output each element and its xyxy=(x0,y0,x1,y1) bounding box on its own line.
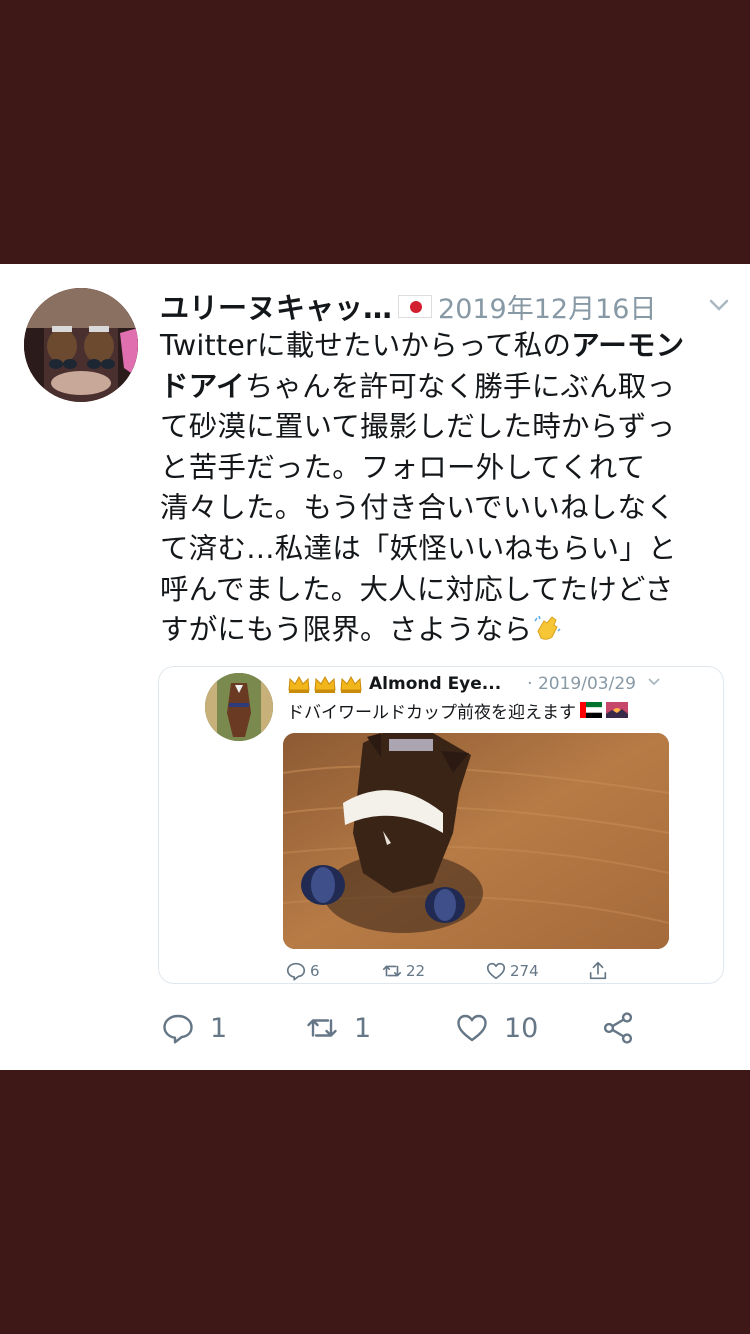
tweet-line: 呼んでました。大人に対応してたけどさ xyxy=(160,572,674,606)
reply-button[interactable]: 1 xyxy=(160,1008,227,1048)
retweet-count: 1 xyxy=(354,1012,372,1044)
quoted-like-count: 274 xyxy=(510,962,539,980)
sunset-icon xyxy=(606,702,628,718)
quoted-text: ドバイワールドカップ前夜を迎えます xyxy=(287,697,707,723)
tweet-line: と苦手だった。フォロー外してくれて xyxy=(160,450,646,484)
highlighted-name: ドアイ xyxy=(160,369,245,403)
highlighted-name: アーモン xyxy=(571,329,685,362)
share-icon xyxy=(603,1012,633,1044)
uae-flag-icon xyxy=(580,702,602,718)
japan-flag-icon xyxy=(398,294,433,318)
tweet-card[interactable]: ユリーヌキャッ… 2019年12月16日 Twitterに載せたいからって私のア… xyxy=(0,264,750,1070)
quoted-retweet-button[interactable]: 22 xyxy=(381,959,425,983)
crown-icon xyxy=(314,675,336,693)
quoted-author-avatar[interactable] xyxy=(205,673,273,741)
quoted-photo[interactable] xyxy=(283,733,669,949)
tweet-date[interactable]: 2019年12月16日 xyxy=(438,287,656,326)
quoted-date[interactable]: · 2019/03/29 xyxy=(527,674,636,694)
tweet-header: ユリーヌキャッ… 2019年12月16日 xyxy=(160,286,730,326)
quoted-retweet-count: 22 xyxy=(406,962,426,980)
clapping-hands-icon xyxy=(534,615,561,640)
quoted-tweet[interactable]: Almond Eye... · 2019/03/29 ドバイワールドカップ前夜を… xyxy=(158,666,724,984)
quoted-share-button[interactable] xyxy=(587,959,612,983)
tweet-body: Twitterに載せたいからって私のアーモン ドアイちゃんを許可なく勝手にぶん取… xyxy=(160,326,730,651)
tweet-line: て砂漠に置いて撮影しだした時からずっ xyxy=(160,410,676,444)
crown-icons xyxy=(287,674,365,694)
share-icon xyxy=(589,961,607,980)
avatar-photo xyxy=(24,288,138,402)
chevron-down-icon[interactable] xyxy=(708,294,730,316)
tweet-line: Twitterに載せたいからって私のアーモン xyxy=(160,329,685,362)
quoted-like-button[interactable]: 274 xyxy=(485,959,539,983)
horse-photo xyxy=(205,673,273,741)
crown-icon xyxy=(288,675,310,693)
plush-horse-desert-photo xyxy=(283,733,669,949)
quoted-author-name[interactable]: Almond Eye... xyxy=(369,674,501,694)
retweet-icon xyxy=(307,1019,337,1037)
tweet-line: て済む…私達は「妖怪いいねもらい」と xyxy=(160,531,677,565)
reply-icon xyxy=(163,1014,193,1044)
heart-icon xyxy=(457,1014,487,1042)
author-name[interactable]: ユリーヌキャッ… xyxy=(160,285,392,327)
reply-icon xyxy=(286,962,306,981)
tweet-line: 清々した。もう付き合いでいいねしなく xyxy=(160,491,675,525)
reply-count: 1 xyxy=(210,1012,228,1044)
quoted-reply-count: 6 xyxy=(310,962,320,980)
tweet-line: ドアイちゃんを許可なく勝手にぶん取っ xyxy=(160,369,676,403)
author-avatar[interactable] xyxy=(24,288,138,402)
quoted-actions: 6 22 274 xyxy=(279,959,619,983)
retweet-icon xyxy=(382,965,402,977)
tweet-actions: 1 1 10 xyxy=(160,1008,640,1048)
quoted-header: Almond Eye... · 2019/03/29 xyxy=(287,671,717,697)
share-button[interactable] xyxy=(600,1008,650,1048)
quoted-reply-button[interactable]: 6 xyxy=(285,959,320,983)
tweet-line: すがにもう限界。さようなら xyxy=(160,610,730,651)
like-count: 10 xyxy=(504,1012,539,1044)
like-button[interactable]: 10 xyxy=(454,1008,538,1048)
heart-icon xyxy=(486,962,506,980)
retweet-button[interactable]: 1 xyxy=(304,1008,371,1048)
crown-icon xyxy=(340,675,362,693)
chevron-down-icon[interactable] xyxy=(647,675,661,693)
